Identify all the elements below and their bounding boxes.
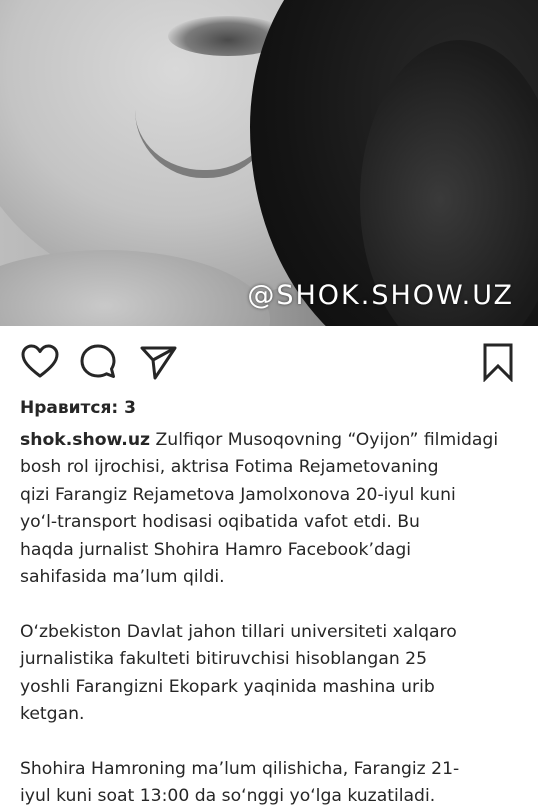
paper-plane-icon — [140, 346, 177, 380]
caption-line: iyul kuni soat 13:00 da so‘nggi yo‘lga k… — [20, 786, 436, 807]
caption-line: jurnalistika fakulteti bitiruvchisi hiso… — [20, 649, 428, 670]
caption-line: yoshli Farangizni Ekopark yaqinida mashi… — [20, 676, 435, 697]
comment-button[interactable] — [78, 342, 118, 382]
caption-line: Shohira Hamroning ma’lum qilishicha, Far… — [20, 758, 460, 779]
save-button[interactable] — [478, 342, 518, 382]
caption-username[interactable]: shok.show.uz — [20, 430, 150, 450]
likes-count[interactable]: Нравится: 3 — [20, 398, 136, 418]
caption-line: ketgan. — [20, 704, 85, 725]
post-photo[interactable]: @SHOK.SHOW.UZ — [0, 0, 538, 326]
caption-line: sahifasida ma’lum qildi. — [20, 567, 225, 588]
caption-line: yo‘l-transport hodisasi oqibatida vafot … — [20, 512, 420, 533]
bookmark-outline-icon — [483, 343, 513, 382]
like-button[interactable] — [20, 342, 60, 382]
caption-line-1: shok.show.uz Zulfiqor Musoqovning “Oyijo… — [20, 427, 526, 454]
share-button[interactable] — [138, 342, 178, 382]
post-action-bar — [0, 326, 538, 396]
post-caption: shok.show.uz Zulfiqor Musoqovning “Oyijo… — [20, 427, 526, 811]
caption-text: Zulfiqor Musoqovning “Oyijon” filmidagi — [150, 430, 499, 450]
caption-line: bosh rol ijrochisi, aktrisa Fotima Rejam… — [20, 457, 439, 478]
caption-line: O‘zbekiston Davlat jahon tillari univers… — [20, 621, 457, 642]
caption-line: haqda jurnalist Shohira Hamro Facebook’d… — [20, 539, 412, 560]
heart-outline-icon — [21, 344, 59, 378]
caption-line: qizi Farangiz Rejametova Jamolxonova 20-… — [20, 484, 456, 505]
comment-bubble-icon — [80, 344, 116, 378]
photo-watermark: @SHOK.SHOW.UZ — [247, 280, 514, 311]
